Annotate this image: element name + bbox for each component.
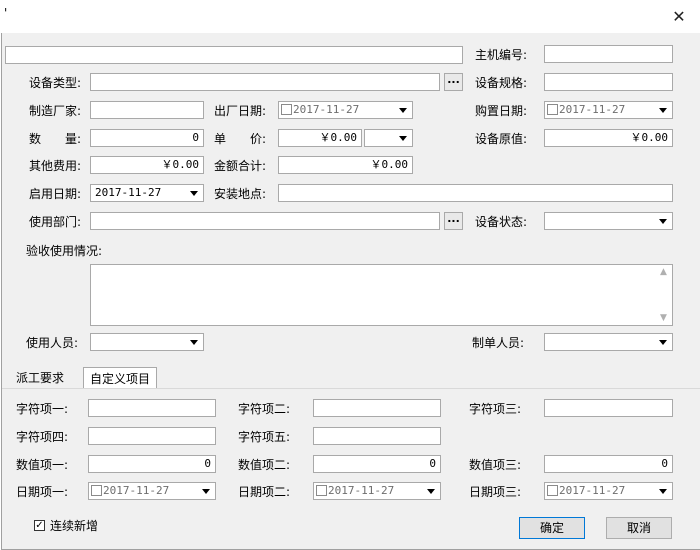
window-title: ' — [4, 6, 8, 20]
quantity-field[interactable]: 0 — [90, 129, 204, 147]
host-no-field[interactable] — [544, 45, 673, 63]
department-browse-button[interactable]: ... — [444, 212, 463, 230]
device-status-label: 设备状态: — [475, 215, 528, 229]
chevron-down-icon[interactable] — [655, 214, 671, 228]
device-type-label: 设备类型: — [29, 76, 82, 90]
num3-field[interactable]: 0 — [544, 455, 673, 473]
chevron-down-icon[interactable] — [655, 103, 671, 117]
other-fee-label: 其他费用: — [29, 159, 82, 173]
original-value-label: 设备原值: — [475, 132, 528, 146]
acceptance-label: 验收使用情况: — [26, 244, 103, 258]
char2-label: 字符项二: — [238, 402, 291, 416]
date2-picker[interactable]: 2017-11-27 — [313, 482, 441, 500]
cancel-button[interactable]: 取消 — [606, 517, 672, 539]
chevron-down-icon[interactable] — [395, 103, 411, 117]
scroll-up-icon[interactable]: ▲ — [660, 267, 667, 277]
factory-date-value: 2017-11-27 — [293, 103, 360, 116]
unit-price-field[interactable]: ￥0.00 — [278, 129, 362, 147]
close-icon: ✕ — [672, 6, 686, 26]
enable-date-label: 启用日期: — [29, 187, 82, 201]
original-value-field[interactable]: ￥0.00 — [544, 129, 673, 147]
acceptance-textarea[interactable]: ▲ ▼ — [90, 264, 673, 326]
char2-field[interactable] — [313, 399, 441, 417]
date3-value: 2017-11-27 — [559, 484, 626, 497]
top-name-field[interactable] — [5, 46, 463, 64]
department-label: 使用部门: — [29, 215, 82, 229]
user-label: 使用人员: — [26, 336, 79, 350]
char4-label: 字符项四: — [16, 430, 69, 444]
date3-checkbox[interactable] — [547, 484, 558, 496]
quantity-label: 数 量: — [29, 132, 82, 146]
install-location-label: 安装地点: — [214, 187, 267, 201]
date3-label: 日期项三: — [469, 485, 522, 499]
enable-date-value: 2017-11-27 — [95, 186, 162, 199]
device-type-field[interactable] — [90, 73, 440, 91]
textarea-scrollbar[interactable]: ▲ ▼ — [656, 265, 672, 325]
num1-label: 数值项一: — [16, 458, 69, 472]
char5-label: 字符项五: — [238, 430, 291, 444]
dialog-body: 主机编号: 设备类型: ... 设备规格: 制造厂家: 出厂日期: 2017-1… — [1, 33, 700, 550]
install-location-field[interactable] — [278, 184, 673, 202]
manufacturer-field[interactable] — [90, 101, 204, 119]
total-label: 金额合计: — [214, 159, 267, 173]
chevron-down-icon[interactable] — [198, 484, 214, 498]
date1-picker[interactable]: 2017-11-27 — [88, 482, 216, 500]
factory-date-picker[interactable]: 2017-11-27 — [278, 101, 413, 119]
chevron-down-icon[interactable] — [186, 186, 202, 200]
tab-dispatch-requirements[interactable]: 派工要求 — [10, 367, 70, 388]
num2-label: 数值项二: — [238, 458, 291, 472]
purchase-date-value: 2017-11-27 — [559, 103, 626, 116]
date2-checkbox[interactable] — [316, 484, 327, 496]
tab-custom-items[interactable]: 自定义项目 — [83, 367, 158, 388]
char1-field[interactable] — [88, 399, 216, 417]
creator-label: 制单人员: — [472, 336, 525, 350]
other-fee-field[interactable]: ￥0.00 — [90, 156, 204, 174]
date3-picker[interactable]: 2017-11-27 — [544, 482, 673, 500]
chevron-down-icon[interactable] — [655, 484, 671, 498]
purchase-date-label: 购置日期: — [475, 104, 528, 118]
enable-date-picker[interactable]: 2017-11-27 — [90, 184, 204, 202]
device-type-browse-button[interactable]: ... — [444, 73, 463, 91]
device-spec-field[interactable] — [544, 73, 673, 91]
manufacturer-label: 制造厂家: — [29, 104, 82, 118]
title-bar: ' ✕ — [0, 0, 700, 33]
user-select[interactable] — [90, 333, 204, 351]
factory-date-label: 出厂日期: — [214, 104, 267, 118]
num2-field[interactable]: 0 — [313, 455, 441, 473]
device-status-select[interactable] — [544, 212, 673, 230]
factory-date-checkbox[interactable] — [281, 103, 292, 115]
char4-field[interactable] — [88, 427, 216, 445]
chevron-down-icon[interactable] — [395, 131, 411, 145]
date2-value: 2017-11-27 — [328, 484, 395, 497]
char5-field[interactable] — [313, 427, 441, 445]
date1-checkbox[interactable] — [91, 484, 102, 496]
creator-select[interactable] — [544, 333, 673, 351]
currency-select[interactable] — [364, 129, 413, 147]
tab-divider — [2, 388, 700, 389]
chevron-down-icon[interactable] — [186, 335, 202, 349]
char3-label: 字符项三: — [469, 402, 522, 416]
continue-add-checkbox[interactable]: ✓ — [34, 520, 45, 531]
total-field: ￥0.00 — [278, 156, 413, 174]
device-spec-label: 设备规格: — [475, 76, 528, 90]
close-button[interactable]: ✕ — [660, 2, 698, 30]
chevron-down-icon[interactable] — [655, 335, 671, 349]
purchase-date-checkbox[interactable] — [547, 103, 558, 115]
continue-add-label: 连续新增 — [50, 519, 99, 533]
host-no-label: 主机编号: — [475, 48, 528, 62]
department-field[interactable] — [90, 212, 440, 230]
date2-label: 日期项二: — [238, 485, 291, 499]
date1-label: 日期项一: — [16, 485, 69, 499]
ok-button[interactable]: 确定 — [519, 517, 585, 539]
num3-label: 数值项三: — [469, 458, 522, 472]
unit-price-label: 单 价: — [214, 132, 267, 146]
char1-label: 字符项一: — [16, 402, 69, 416]
num1-field[interactable]: 0 — [88, 455, 216, 473]
date1-value: 2017-11-27 — [103, 484, 170, 497]
char3-field[interactable] — [544, 399, 673, 417]
scroll-down-icon[interactable]: ▼ — [660, 313, 667, 323]
chevron-down-icon[interactable] — [423, 484, 439, 498]
purchase-date-picker[interactable]: 2017-11-27 — [544, 101, 673, 119]
